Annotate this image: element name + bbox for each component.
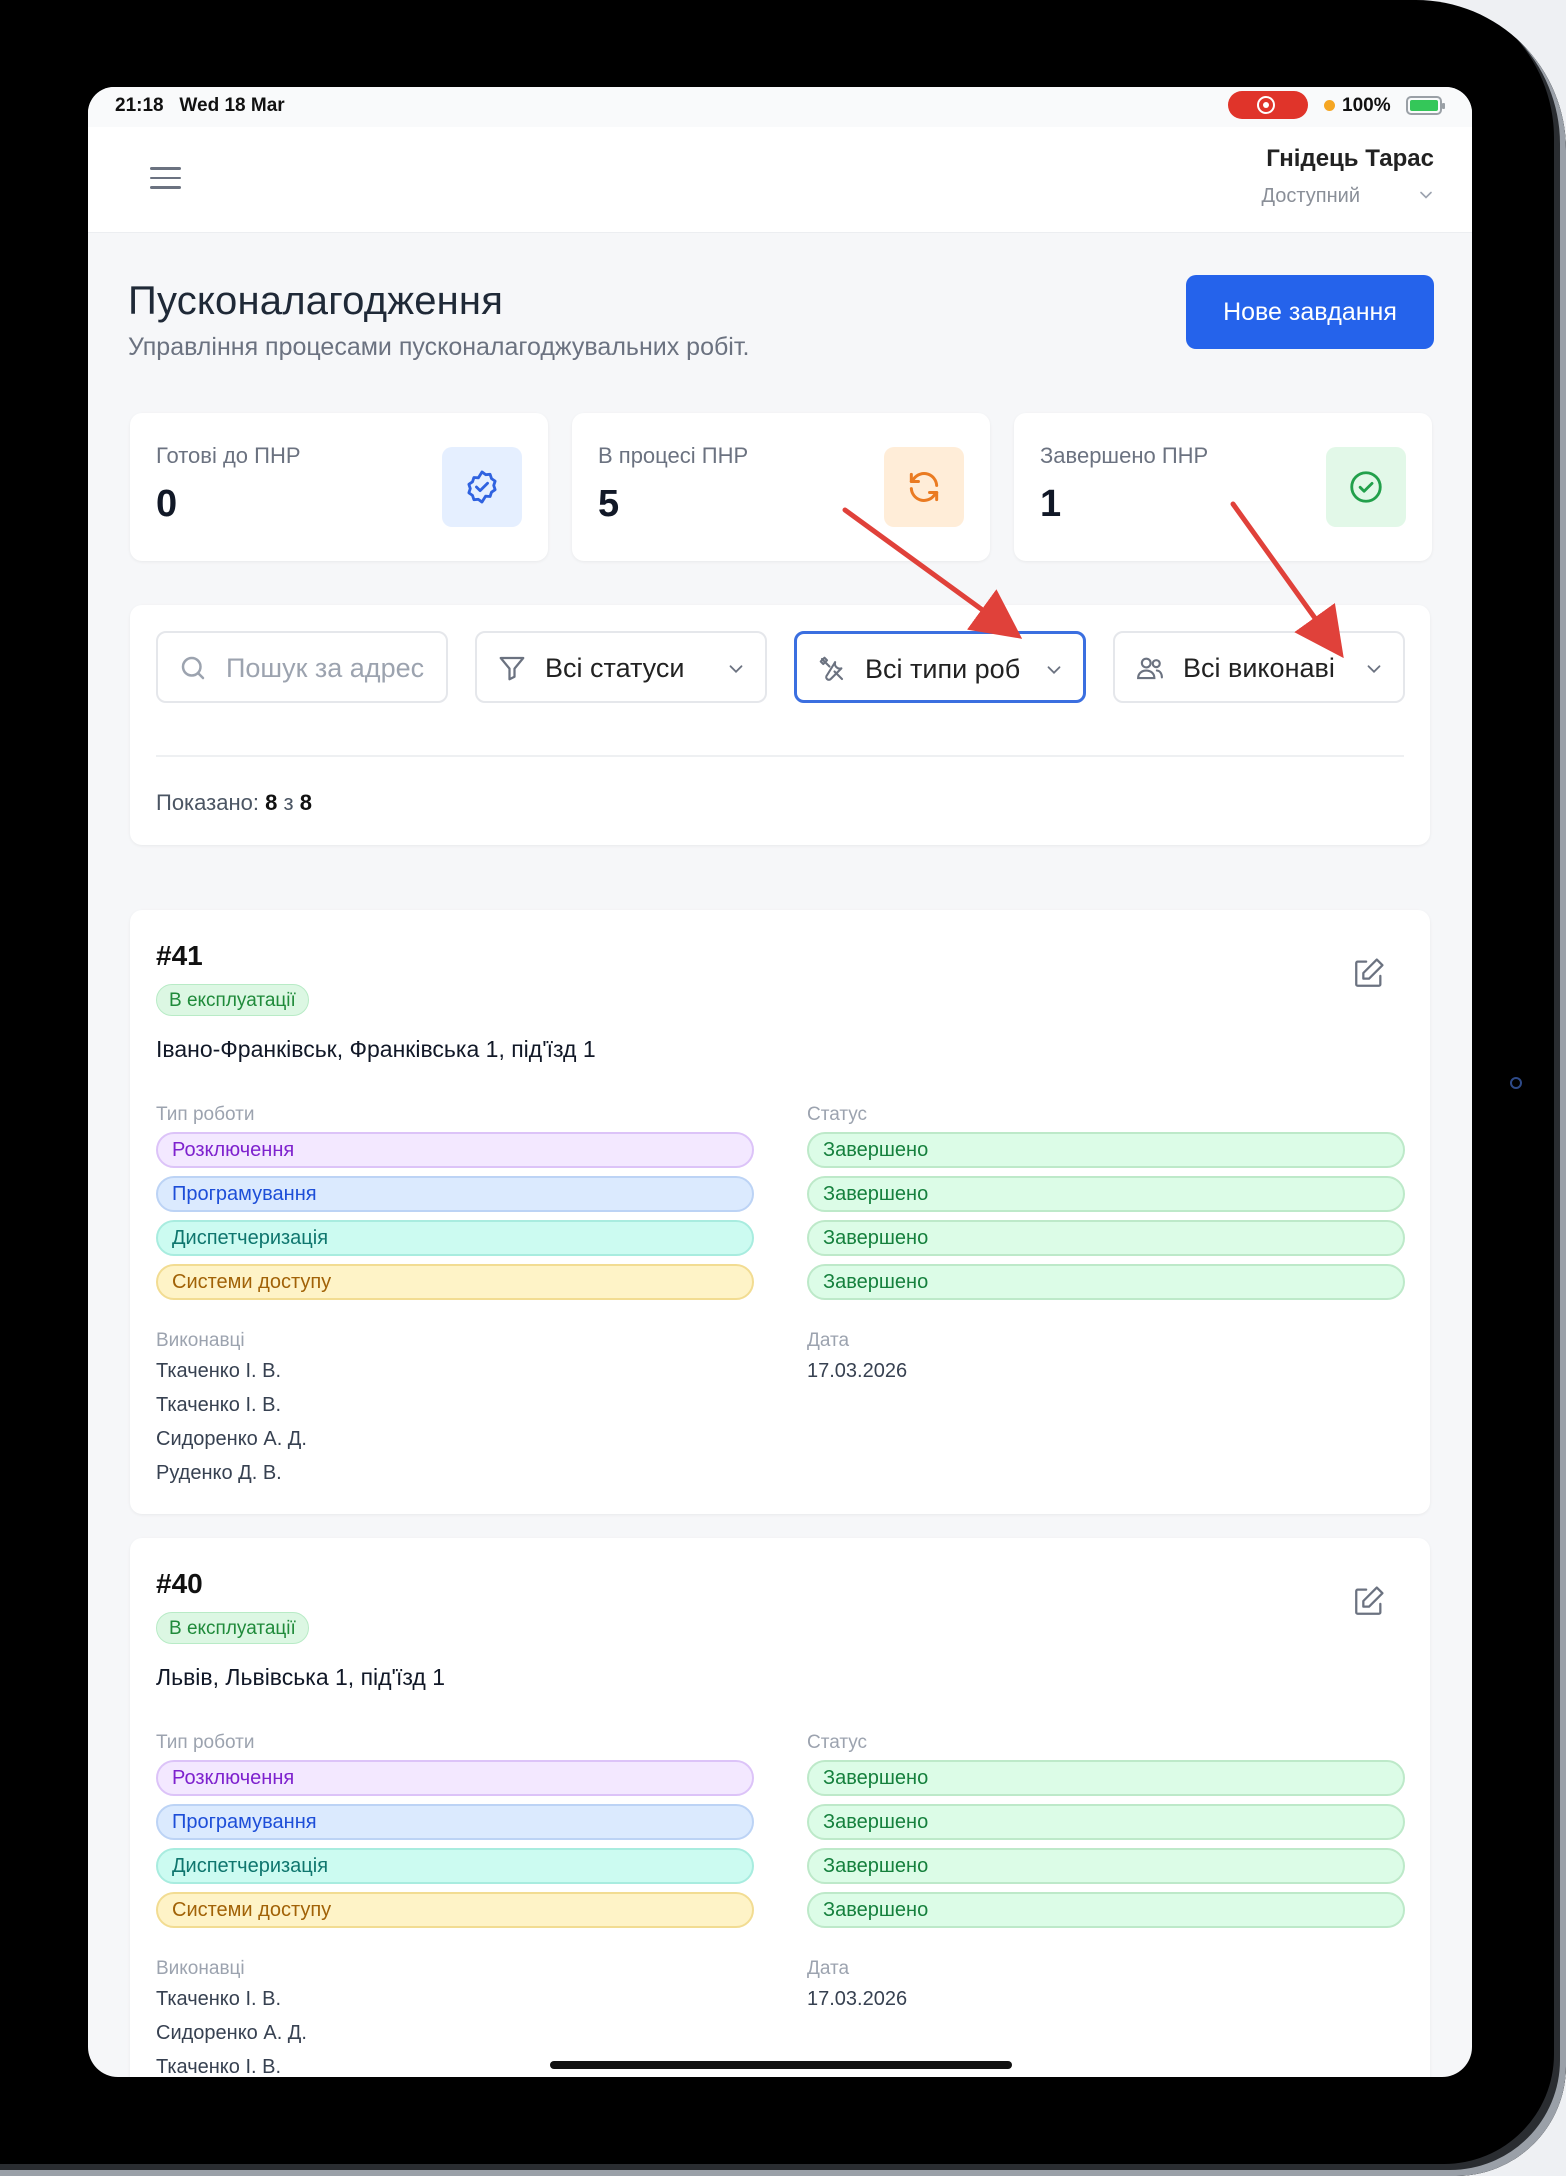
- search-icon: [181, 656, 205, 680]
- work-type-filter-value: Всі типи роб: [865, 654, 1021, 684]
- status-badge: В експлуатації: [156, 1612, 309, 1644]
- work-status-pill: Завершено: [807, 1132, 1405, 1168]
- stat-value: 0: [156, 483, 178, 525]
- work-type-pill: Диспетчеризація: [156, 1220, 754, 1256]
- stat-card-ready: Готові до ПНР 0: [130, 413, 548, 561]
- refresh-icon: [884, 447, 964, 527]
- chevron-down-icon: [1047, 666, 1061, 675]
- work-type-pill: Диспетчеризація: [156, 1848, 754, 1884]
- work-type-pill: Програмування: [156, 1176, 754, 1212]
- camera-icon: [1510, 1077, 1522, 1089]
- stat-label: Готові до ПНР: [156, 443, 301, 468]
- new-task-button[interactable]: Нове завдання: [1186, 275, 1434, 349]
- page-title: Пусконалагодження: [128, 279, 504, 323]
- work-status-pill: Завершено: [807, 1892, 1405, 1928]
- stat-card-completed: Завершено ПНР 1: [1014, 413, 1432, 561]
- divider: [156, 755, 1404, 757]
- executor-name: Ткаченко І. В.: [156, 2056, 282, 2077]
- status-bar: 21:18 Wed 18 Mar 100%: [88, 87, 1472, 127]
- executors-label: Виконавці: [156, 1330, 245, 1351]
- work-type-label: Тип роботи: [156, 1104, 255, 1125]
- executor-filter-select[interactable]: Всі виконаві: [1113, 631, 1405, 703]
- status-filter-value: Всі статуси: [545, 653, 685, 683]
- date-label: Дата: [807, 1958, 850, 1979]
- work-status-pill: Завершено: [807, 1264, 1405, 1300]
- search-input[interactable]: Пошук за адрес: [156, 631, 448, 703]
- chevron-down-icon[interactable]: [1416, 185, 1436, 205]
- stat-card-in-progress: В процесі ПНР 5: [572, 413, 990, 561]
- tools-icon: [819, 656, 844, 681]
- executor-filter-value: Всі виконаві: [1183, 653, 1335, 683]
- executor-name: Сидоренко А. Д.: [156, 2022, 307, 2044]
- app-screen: 21:18 Wed 18 Mar 100% Гнідець Тарас Дост…: [88, 87, 1472, 2077]
- work-type-pill: Розключення: [156, 1760, 754, 1796]
- status-label: Статус: [807, 1732, 868, 1753]
- filter-panel: Пошук за адрес Всі статуси Всі типи роб …: [130, 605, 1430, 845]
- work-status-pill: Завершено: [807, 1760, 1405, 1796]
- work-type-pill: Розключення: [156, 1132, 754, 1168]
- chevron-down-icon: [1367, 665, 1381, 674]
- date-label: Дата: [807, 1330, 850, 1351]
- app-header: Гнідець Тарас Доступний: [88, 127, 1472, 233]
- check-circle-icon: [1326, 447, 1406, 527]
- filter-icon: [499, 656, 525, 681]
- executors-label: Виконавці: [156, 1958, 245, 1979]
- badge-check-icon: [442, 447, 522, 527]
- executor-name: Руденко Д. В.: [156, 1462, 282, 1484]
- edit-icon[interactable]: [1352, 1584, 1386, 1618]
- stat-value: 5: [598, 483, 620, 525]
- task-address: Львів, Львівська 1, під'їзд 1: [156, 1664, 445, 1690]
- user-status[interactable]: Доступний: [1262, 185, 1361, 208]
- page-subtitle: Управління процесами пусконалагоджувальн…: [128, 333, 750, 361]
- status-time: 21:18 Wed 18 Mar: [115, 95, 285, 116]
- tablet-frame: 21:18 Wed 18 Mar 100% Гнідець Тарас Дост…: [0, 0, 1566, 2176]
- menu-icon[interactable]: [150, 167, 181, 191]
- status-badge: В експлуатації: [156, 984, 309, 1016]
- user-name[interactable]: Гнідець Тарас: [1266, 145, 1434, 173]
- status-filter-select[interactable]: Всі статуси: [475, 631, 767, 703]
- work-status-pill: Завершено: [807, 1176, 1405, 1212]
- executor-name: Ткаченко І. В.: [156, 1360, 282, 1382]
- work-type-pill: Програмування: [156, 1804, 754, 1840]
- results-count: Показано: 8 з 8: [156, 790, 312, 815]
- privacy-dot-icon: [1324, 100, 1335, 111]
- work-status-pill: Завершено: [807, 1848, 1405, 1884]
- search-placeholder: Пошук за адрес: [226, 653, 425, 683]
- chevron-down-icon: [729, 665, 743, 674]
- task-id: #41: [156, 940, 203, 971]
- stat-value: 1: [1040, 483, 1062, 525]
- work-type-pill: Системи доступу: [156, 1892, 754, 1928]
- battery-percentage: 100%: [1342, 95, 1391, 116]
- stat-label: Завершено ПНР: [1040, 443, 1209, 468]
- work-status-pill: Завершено: [807, 1804, 1405, 1840]
- edit-icon[interactable]: [1352, 956, 1386, 990]
- executor-name: Ткаченко І. В.: [156, 1394, 282, 1416]
- task-id: #40: [156, 1568, 203, 1599]
- screen-recording-icon: [1228, 91, 1308, 119]
- executor-name: Сидоренко А. Д.: [156, 1428, 307, 1450]
- work-type-filter-select[interactable]: Всі типи роб: [794, 631, 1086, 703]
- status-label: Статус: [807, 1104, 868, 1125]
- battery-icon: [1406, 96, 1445, 115]
- work-status-pill: Завершено: [807, 1220, 1405, 1256]
- work-type-label: Тип роботи: [156, 1732, 255, 1753]
- task-date: 17.03.2026: [807, 1988, 908, 2010]
- home-indicator: [550, 2061, 1012, 2069]
- task-date: 17.03.2026: [807, 1360, 908, 1382]
- stat-label: В процесі ПНР: [598, 443, 749, 468]
- task-card[interactable]: #40 В експлуатації Львів, Львівська 1, п…: [130, 1538, 1430, 2077]
- users-icon: [1137, 657, 1163, 680]
- executor-name: Ткаченко І. В.: [156, 1988, 282, 2010]
- task-card[interactable]: #41 В експлуатації Івано-Франківськ, Фра…: [130, 910, 1430, 1514]
- work-type-pill: Системи доступу: [156, 1264, 754, 1300]
- task-address: Івано-Франківськ, Франківська 1, під'їзд…: [156, 1036, 596, 1062]
